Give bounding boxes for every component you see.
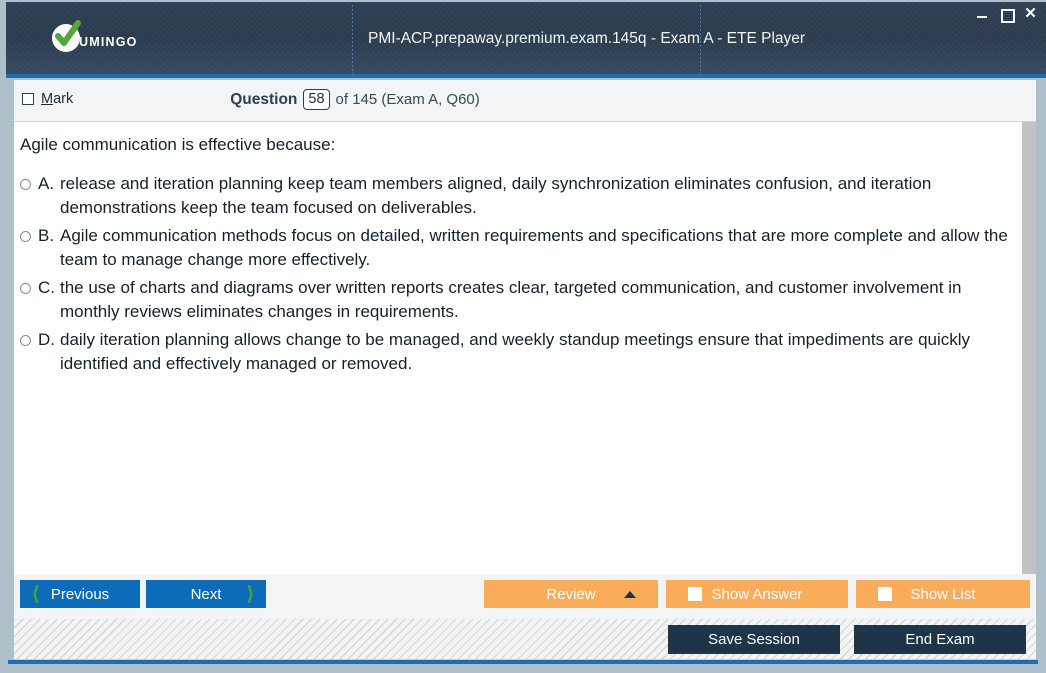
question-header-bar: Mark Question 58 of 145 (Exam A, Q60) — [14, 80, 1036, 122]
answer-option-d[interactable]: D. daily iteration planning allows chang… — [20, 328, 1020, 376]
option-letter-a: A. — [38, 174, 55, 193]
vumingo-logo: UMINGO — [52, 20, 138, 52]
show-answer-label: Show Answer — [711, 585, 803, 603]
answer-option-b[interactable]: B. Agile communication methods focus on … — [20, 224, 1020, 272]
next-button[interactable]: Next ⟩ — [146, 580, 266, 608]
option-letter-c: C. — [38, 278, 55, 297]
question-content-area: Agile communication is effective because… — [14, 122, 1022, 574]
title-accent-line — [6, 74, 1046, 78]
option-letter-b: B. — [38, 226, 55, 245]
review-button[interactable]: Review — [484, 580, 658, 608]
application-window: UMINGO PMI-ACP.prepaway.premium.exam.145… — [0, 0, 1046, 673]
close-icon[interactable]: ✕ — [1023, 6, 1038, 21]
show-answer-button[interactable]: Show Answer — [666, 580, 848, 608]
show-list-checkbox[interactable] — [878, 587, 892, 601]
next-button-label: Next — [190, 585, 222, 603]
show-list-button[interactable]: Show List — [856, 580, 1030, 608]
option-text-a: release and iteration planning keep team… — [60, 174, 932, 217]
show-list-label: Show List — [910, 585, 976, 603]
maximize-icon[interactable] — [999, 6, 1015, 23]
window-controls: ✕ — [975, 6, 1038, 23]
radio-button-d[interactable] — [20, 335, 31, 346]
save-session-button[interactable]: Save Session — [668, 625, 840, 654]
content-scrollbar[interactable] — [1022, 122, 1036, 574]
chevron-right-icon: ⟩ — [246, 583, 254, 605]
answer-option-a[interactable]: A. release and iteration planning keep t… — [20, 172, 1020, 220]
end-exam-button[interactable]: End Exam — [854, 625, 1026, 654]
checkmark-icon — [52, 20, 81, 52]
question-total-label: of 145 (Exam A, Q60) — [335, 91, 480, 108]
question-stem: Agile communication is effective because… — [20, 135, 336, 154]
answer-option-c[interactable]: C. the use of charts and diagrams over w… — [20, 276, 1020, 324]
title-bar: UMINGO PMI-ACP.prepaway.premium.exam.145… — [6, 2, 1046, 76]
option-text-d: daily iteration planning allows change t… — [60, 330, 971, 373]
radio-button-c[interactable] — [20, 283, 31, 294]
minimize-icon[interactable] — [975, 6, 990, 21]
question-counter: Question 58 of 145 (Exam A, Q60) — [14, 89, 1036, 110]
chevron-up-icon — [624, 590, 636, 598]
radio-button-b[interactable] — [20, 231, 31, 242]
navigation-toolbar: ⟨ Previous Next ⟩ Review Show Answer Sho… — [14, 574, 1036, 619]
previous-button[interactable]: ⟨ Previous — [20, 580, 140, 608]
window-title: PMI-ACP.prepaway.premium.exam.145q - Exa… — [368, 30, 806, 47]
show-answer-checkbox[interactable] — [688, 587, 702, 601]
end-exam-label: End Exam — [905, 631, 975, 648]
save-session-label: Save Session — [708, 631, 800, 648]
answer-options-list: A. release and iteration planning keep t… — [20, 172, 1020, 380]
question-number-input[interactable]: 58 — [303, 89, 330, 110]
radio-button-a[interactable] — [20, 179, 31, 190]
review-button-label: Review — [546, 585, 596, 603]
footer-bar: Save Session End Exam — [14, 619, 1036, 660]
previous-button-label: Previous — [50, 585, 110, 603]
question-word-label: Question — [230, 90, 298, 108]
title-divider-left — [352, 5, 353, 76]
option-text-c: the use of charts and diagrams over writ… — [60, 278, 962, 321]
option-letter-d: D. — [38, 330, 55, 349]
option-text-b: Agile communication methods focus on det… — [60, 226, 1008, 269]
footer-accent-line — [8, 660, 1038, 664]
chevron-left-icon: ⟨ — [32, 583, 40, 605]
logo-wordmark: UMINGO — [79, 35, 138, 49]
